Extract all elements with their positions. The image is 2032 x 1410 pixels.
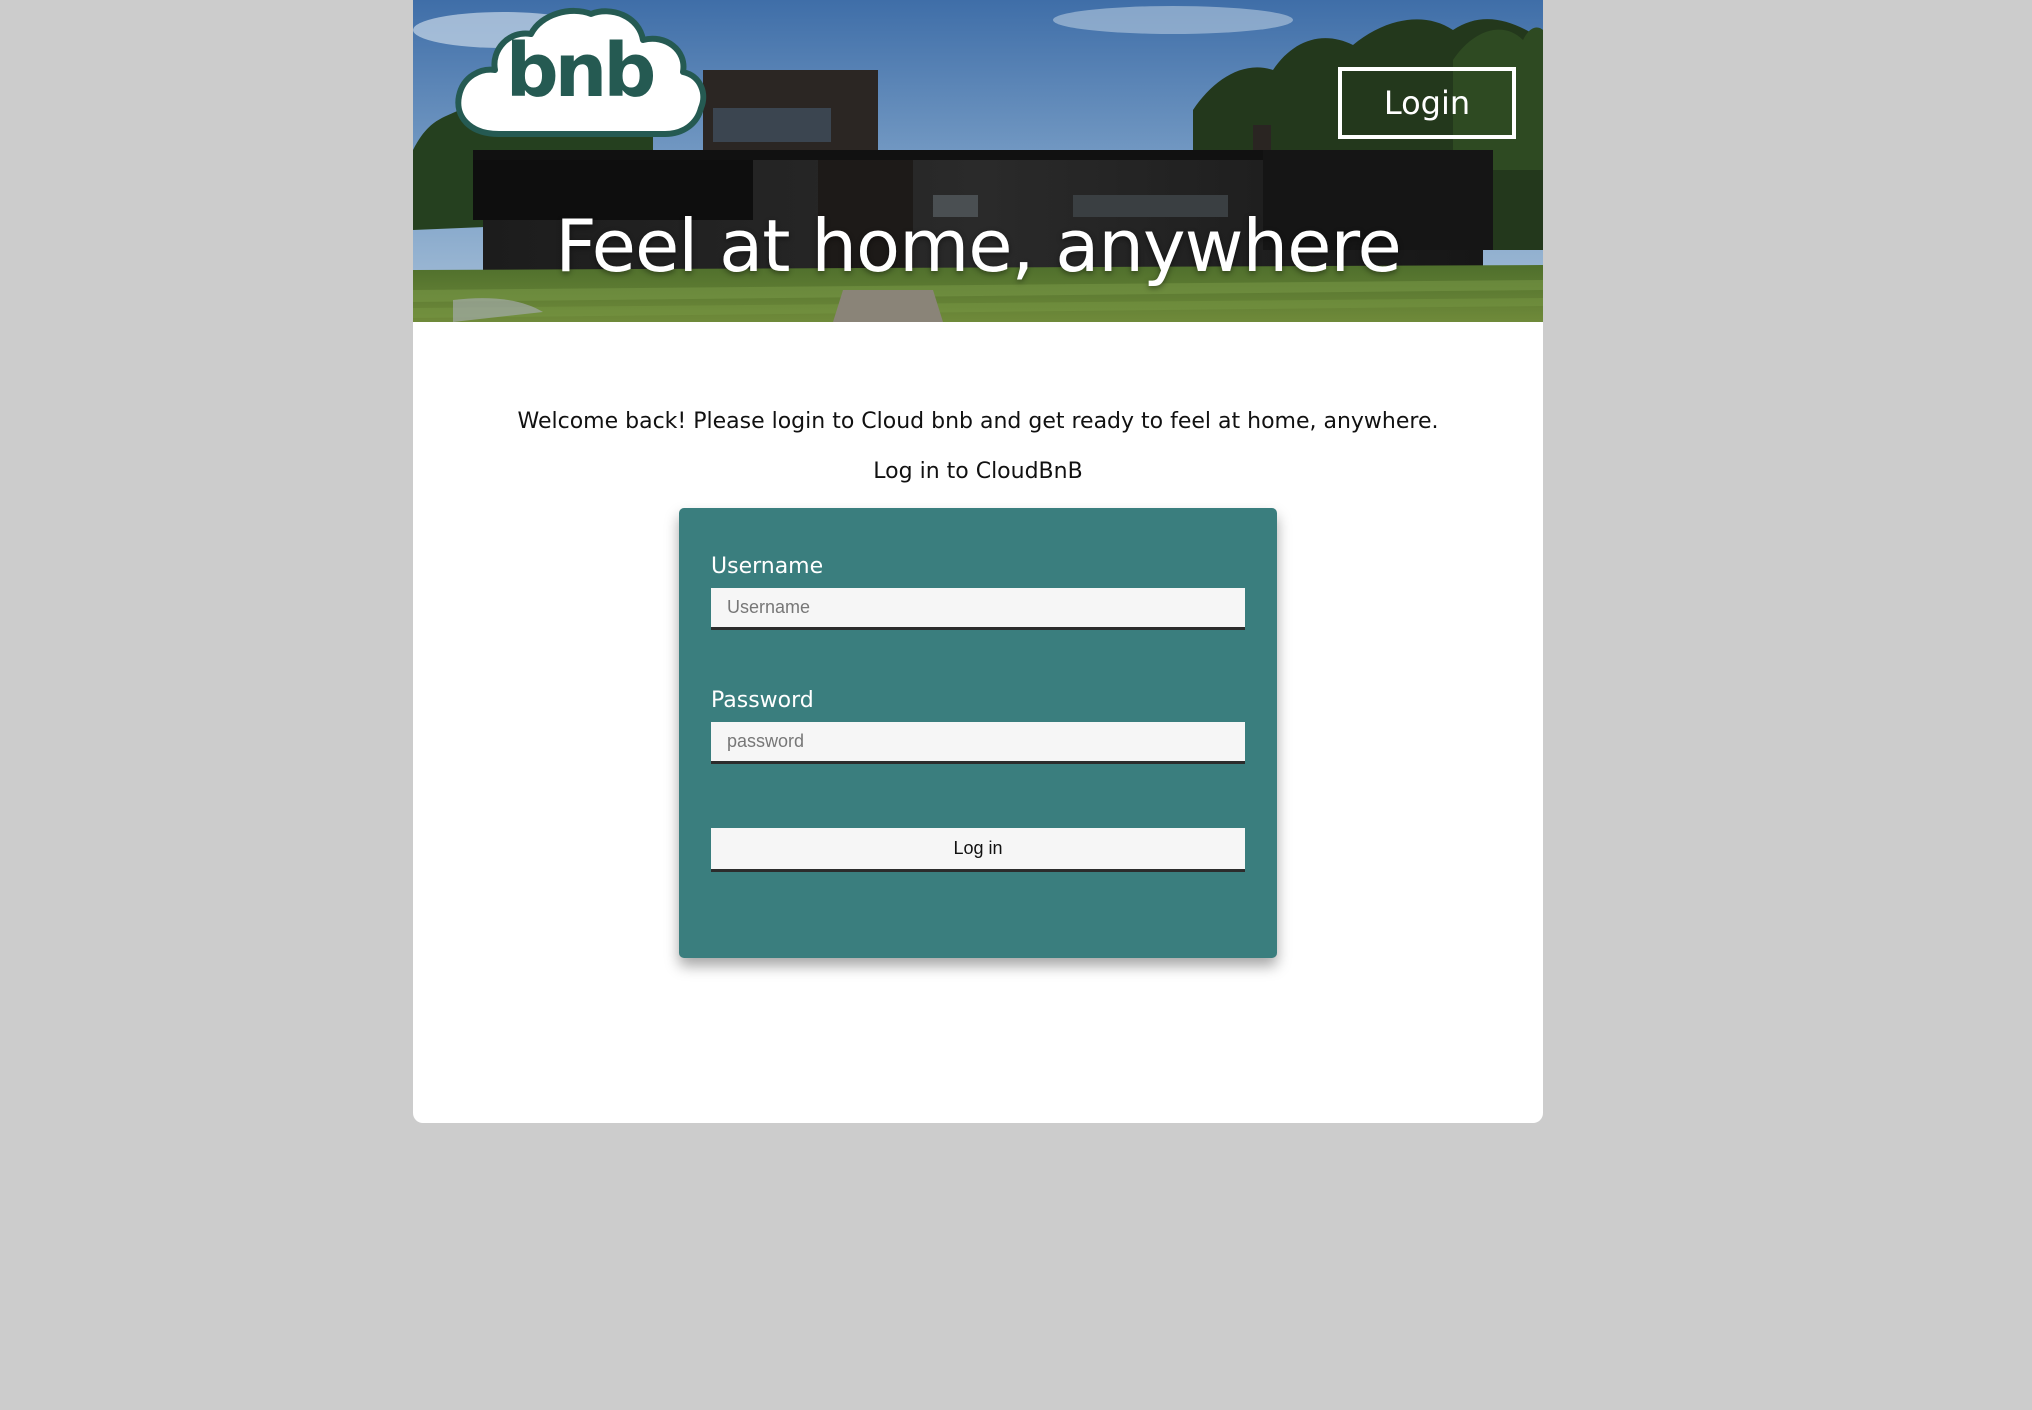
hero-banner: bnb Login Feel at home, anywhere: [413, 0, 1543, 322]
logo-text: bnb: [505, 28, 657, 114]
welcome-message: Welcome back! Please login to Cloud bnb …: [517, 409, 1439, 434]
username-input[interactable]: [711, 588, 1245, 630]
password-input[interactable]: [711, 722, 1245, 764]
login-nav-button[interactable]: Login: [1338, 67, 1516, 139]
login-form: Username Password Log in: [679, 508, 1277, 958]
password-label: Password: [711, 688, 814, 713]
login-submit-button[interactable]: Log in: [711, 828, 1245, 872]
login-heading: Log in to CloudBnB: [873, 459, 1083, 484]
username-label: Username: [711, 554, 824, 579]
page-container: bnb Login Feel at home, anywhere Welcome…: [413, 0, 1543, 1123]
hero-tagline: Feel at home, anywhere: [555, 204, 1402, 288]
brand-logo[interactable]: bnb: [451, 6, 707, 140]
